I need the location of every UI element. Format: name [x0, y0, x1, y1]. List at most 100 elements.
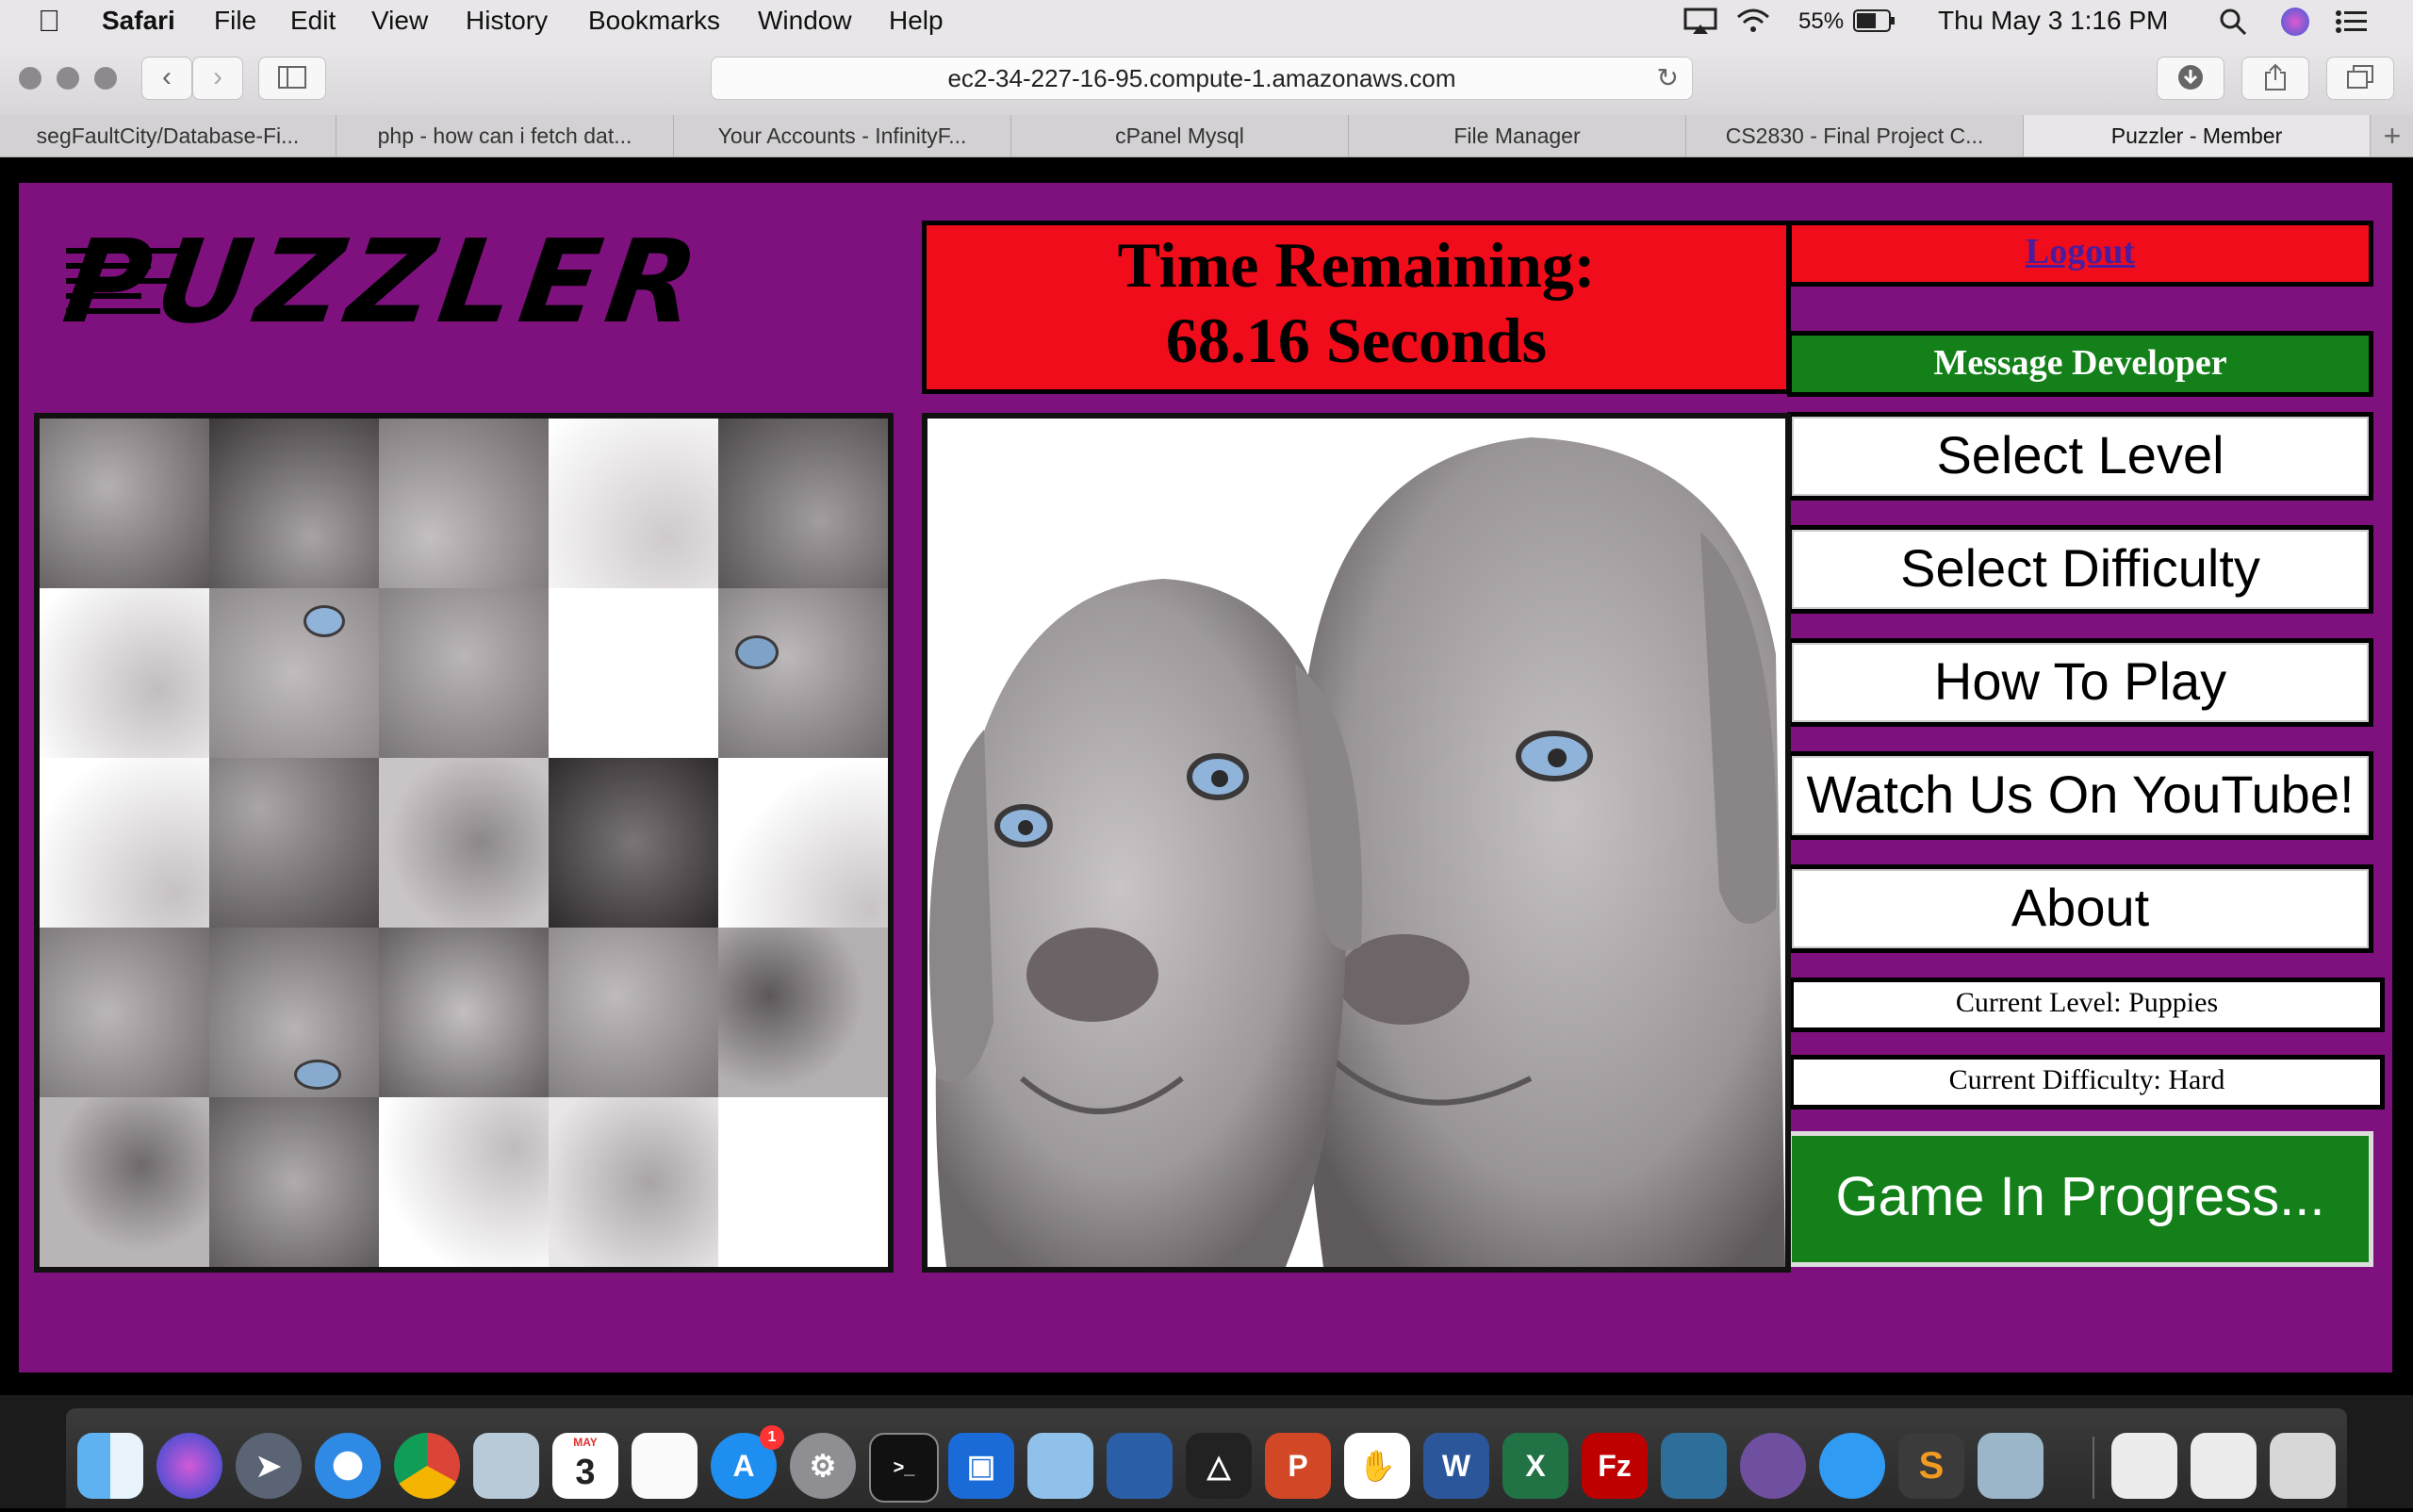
puzzle-tile[interactable]	[40, 928, 209, 1097]
puzzle-tile[interactable]	[379, 588, 549, 758]
youtube-button[interactable]: Watch Us On YouTube!	[1787, 751, 2373, 840]
recent-document-icon[interactable]	[2191, 1433, 2257, 1499]
game-in-progress-button[interactable]: Game In Progress...	[1787, 1131, 2373, 1267]
puzzle-tile[interactable]	[40, 1097, 209, 1267]
reload-icon[interactable]: ↻	[1657, 58, 1679, 99]
menu-help[interactable]: Help	[889, 6, 944, 36]
puzzle-tile[interactable]	[209, 1097, 379, 1267]
cube-app-icon[interactable]	[1027, 1433, 1093, 1499]
puzzle-tile[interactable]	[209, 588, 379, 758]
address-bar[interactable]: ec2-34-227-16-95.compute-1.amazonaws.com…	[711, 57, 1693, 100]
notification-center-icon[interactable]	[2336, 9, 2368, 34]
puzzle-tile[interactable]	[379, 928, 549, 1097]
how-to-play-button[interactable]: How To Play	[1787, 638, 2373, 727]
share-button[interactable]	[2241, 57, 2309, 100]
tabs-icon	[2347, 65, 2373, 89]
tab-puzzler-member[interactable]: Puzzler - Member	[2024, 115, 2371, 156]
calendar-icon[interactable]: MAY 3	[552, 1433, 618, 1499]
puzzle-tile-empty[interactable]	[549, 588, 718, 758]
system-preferences-icon[interactable]: ⚙	[790, 1433, 856, 1499]
preview-icon[interactable]	[1978, 1433, 2044, 1499]
virtualbox-icon[interactable]	[1107, 1433, 1173, 1499]
recent-document-icon[interactable]	[2111, 1433, 2177, 1499]
tab-overview-button[interactable]	[2326, 57, 2394, 100]
puzzle-tile[interactable]	[40, 758, 209, 928]
clock[interactable]: Thu May 3 1:16 PM	[1938, 6, 2168, 36]
puzzle-tile[interactable]	[40, 588, 209, 758]
zoom-window-button[interactable]	[94, 67, 117, 90]
mysql-workbench-icon[interactable]	[1661, 1433, 1727, 1499]
menu-view[interactable]: View	[371, 6, 428, 36]
menu-bookmarks[interactable]: Bookmarks	[588, 6, 720, 36]
puzzle-tile[interactable]	[379, 419, 549, 588]
tab-infinityfree[interactable]: Your Accounts - InfinityF...	[674, 115, 1011, 156]
puzzle-tile[interactable]	[718, 588, 888, 758]
new-tab-button[interactable]: +	[2372, 115, 2413, 156]
plus-icon: +	[2383, 119, 2402, 153]
remote-desktop-icon[interactable]: ▣	[948, 1433, 1014, 1499]
puzzle-board[interactable]	[34, 413, 894, 1273]
app-store-icon[interactable]: A 1	[711, 1425, 784, 1499]
safari-icon[interactable]	[315, 1433, 381, 1499]
mail-icon[interactable]	[473, 1433, 539, 1499]
menu-safari[interactable]: Safari	[102, 6, 175, 36]
puzzle-tile[interactable]	[549, 1097, 718, 1267]
close-window-button[interactable]	[19, 67, 41, 90]
chrome-icon[interactable]	[394, 1433, 460, 1499]
battery-icon[interactable]	[1853, 9, 1896, 32]
powerpoint-icon[interactable]: P	[1265, 1433, 1331, 1499]
menu-edit[interactable]: Edit	[290, 6, 336, 36]
filezilla-icon[interactable]: Fz	[1582, 1433, 1648, 1499]
back-button[interactable]: ‹	[141, 57, 192, 100]
apple-icon[interactable]: 	[38, 4, 60, 39]
word-icon[interactable]: W	[1423, 1433, 1489, 1499]
reminders-icon[interactable]	[632, 1433, 698, 1499]
puzzle-tile[interactable]	[549, 928, 718, 1097]
wifi-icon[interactable]	[1734, 6, 1772, 36]
siri-icon[interactable]	[156, 1433, 222, 1499]
logout-link[interactable]: Logout	[2026, 232, 2135, 271]
tab-php-fetch[interactable]: php - how can i fetch dat...	[337, 115, 674, 156]
siri-icon[interactable]	[2281, 8, 2309, 36]
airplay-icon[interactable]	[1683, 8, 1717, 36]
terminal-icon[interactable]: >_	[869, 1433, 939, 1503]
puzzle-tile[interactable]	[40, 419, 209, 588]
puzzle-tile[interactable]	[718, 928, 888, 1097]
tab-file-manager[interactable]: File Manager	[1349, 115, 1686, 156]
dock-separator	[2093, 1437, 2094, 1499]
launchpad-icon[interactable]: ➤	[236, 1433, 302, 1499]
tab-database[interactable]: segFaultCity/Database-Fi...	[0, 115, 337, 156]
excel-icon[interactable]: X	[1502, 1433, 1568, 1499]
menu-history[interactable]: History	[466, 6, 548, 36]
forward-button[interactable]: ›	[192, 57, 243, 100]
downloads-button[interactable]	[2157, 57, 2224, 100]
puzzle-tile[interactable]	[379, 1097, 549, 1267]
puzzle-tile[interactable]	[379, 758, 549, 928]
messages-icon[interactable]	[1819, 1433, 1885, 1499]
about-button[interactable]: About	[1787, 864, 2373, 953]
message-developer-button[interactable]: Message Developer	[1787, 331, 2373, 397]
unity-icon[interactable]: △	[1186, 1433, 1252, 1499]
spotlight-icon[interactable]	[2219, 8, 2247, 36]
select-difficulty-button[interactable]: Select Difficulty	[1787, 525, 2373, 614]
sublime-text-icon[interactable]: S	[1898, 1433, 1964, 1499]
puzzle-tile[interactable]	[209, 928, 379, 1097]
tab-cpanel-mysql[interactable]: cPanel Mysql	[1011, 115, 1349, 156]
menu-window[interactable]: Window	[758, 6, 852, 36]
puzzle-tile-empty[interactable]	[718, 1097, 888, 1267]
puzzle-tile[interactable]	[209, 419, 379, 588]
puzzle-tile[interactable]	[549, 419, 718, 588]
minimize-window-button[interactable]	[57, 67, 79, 90]
sidebar-button[interactable]	[258, 57, 326, 100]
puzzle-tile[interactable]	[549, 758, 718, 928]
hand-tool-icon[interactable]: ✋	[1344, 1433, 1410, 1499]
puzzle-tile[interactable]	[718, 419, 888, 588]
puzzle-tile[interactable]	[209, 758, 379, 928]
finder-icon[interactable]	[77, 1433, 143, 1499]
select-level-button[interactable]: Select Level	[1787, 412, 2373, 501]
github-icon[interactable]	[1740, 1433, 1806, 1499]
menu-file[interactable]: File	[214, 6, 256, 36]
puzzle-tile[interactable]	[718, 758, 888, 928]
tab-cs2830[interactable]: CS2830 - Final Project C...	[1686, 115, 2024, 156]
trash-icon[interactable]	[2270, 1433, 2336, 1499]
